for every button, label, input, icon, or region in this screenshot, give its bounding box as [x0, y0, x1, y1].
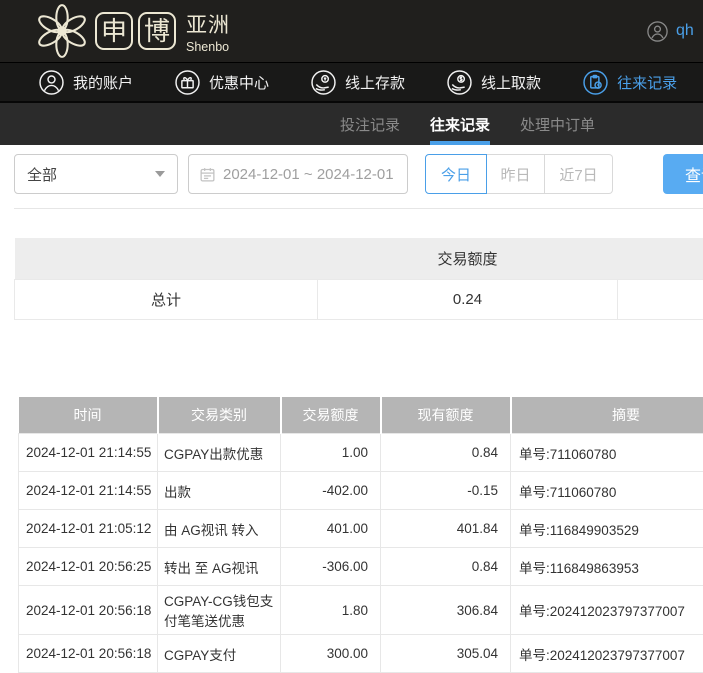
records-section: 时间 交易类别 交易额度 现有额度 摘要 2024-12-01 21:14:55…	[18, 397, 703, 673]
col-header-amount: 交易额度	[281, 397, 381, 434]
cell-type: CGPAY支付	[158, 635, 281, 673]
cell-balance: 306.84	[381, 586, 511, 635]
table-row: 2024-12-01 20:56:18 CGPAY支付 300.00 305.0…	[19, 635, 703, 673]
cell-amount: 1.80	[281, 586, 381, 635]
today-button[interactable]: 今日	[425, 154, 487, 194]
nav-item-promotions[interactable]: 优惠中心	[174, 69, 269, 96]
nav-item-deposit[interactable]: 线上存款	[310, 69, 405, 96]
cell-time: 2024-12-01 20:56:18	[19, 635, 158, 673]
last7days-button[interactable]: 近7日	[545, 154, 613, 194]
records-table-header: 时间 交易类别 交易额度 现有额度 摘要	[19, 397, 703, 434]
summary-total-label: 总计	[15, 279, 318, 319]
cell-balance: 0.84	[381, 548, 511, 586]
deposit-icon	[310, 69, 337, 96]
quick-date-buttons: 今日 昨日 近7日	[425, 154, 613, 194]
nav-label: 线上存款	[345, 72, 405, 93]
date-range-value: 2024-12-01 ~ 2024-12-01	[223, 166, 394, 183]
cell-time: 2024-12-01 21:14:55	[19, 472, 158, 510]
chevron-down-icon	[155, 171, 165, 177]
nav-label: 优惠中心	[209, 72, 269, 93]
cell-balance: -0.15	[381, 472, 511, 510]
summary-total-row: 总计 0.24	[15, 279, 703, 319]
section-divider	[14, 208, 703, 209]
cell-note: 单号:116849863953	[511, 548, 703, 586]
logo-region: 亚洲 Shenbo	[186, 9, 230, 54]
logo-region-cn: 亚洲	[186, 9, 230, 39]
date-range-input[interactable]: 2024-12-01 ~ 2024-12-01	[188, 154, 408, 194]
search-button[interactable]: 查询	[663, 154, 703, 194]
cell-balance: 401.84	[381, 510, 511, 548]
records-table-body: 2024-12-01 21:14:55 CGPAY出款优惠 1.00 0.84 …	[19, 434, 703, 673]
cell-amount: 1.00	[281, 434, 381, 472]
cell-type: 转出 至 AG视讯	[158, 548, 281, 586]
summary-empty-cell	[618, 279, 703, 319]
cell-note: 单号:202412023797377007	[511, 586, 703, 635]
username-text: qh	[676, 22, 694, 40]
filter-bar: 全部 2024-12-01 ~ 2024-12-01 今日 昨日 近7日 查询	[14, 154, 703, 194]
type-select-value: 全部	[27, 164, 57, 185]
table-row: 2024-12-01 21:14:55 CGPAY出款优惠 1.00 0.84 …	[19, 434, 703, 472]
brand-header: 申 博 亚洲 Shenbo qh	[0, 0, 703, 62]
col-header-balance: 现有额度	[381, 397, 511, 434]
logo-char-shen: 申	[95, 12, 133, 50]
table-row: 2024-12-01 21:05:12 由 AG视讯 转入 401.00 401…	[19, 510, 703, 548]
cell-type: 出款	[158, 472, 281, 510]
nav-label: 线上取款	[481, 72, 541, 93]
cell-time: 2024-12-01 20:56:18	[19, 586, 158, 635]
cell-amount: -402.00	[281, 472, 381, 510]
cell-amount: 401.00	[281, 510, 381, 548]
table-row: 2024-12-01 20:56:18 CGPAY-CG钱包支付笔笔送优惠 1.…	[19, 586, 703, 635]
cell-balance: 305.04	[381, 635, 511, 673]
cell-note: 单号:202412023797377007	[511, 635, 703, 673]
col-header-note: 摘要	[511, 397, 703, 434]
account-icon	[38, 69, 65, 96]
logo-char-bo: 博	[138, 12, 176, 50]
nav-item-my-account[interactable]: 我的账户	[38, 69, 133, 96]
flower-logo-icon	[33, 2, 91, 60]
avatar-icon	[646, 20, 669, 43]
summary-table: 交易额度 总计 0.24	[14, 238, 703, 320]
cell-note: 单号:116849903529	[511, 510, 703, 548]
summary-header-empty	[618, 238, 703, 279]
main-nav: 我的账户 优惠中心 线上存款 线上取款	[0, 62, 703, 103]
withdraw-icon	[446, 69, 473, 96]
tab-transaction-records[interactable]: 往来记录	[430, 103, 490, 145]
cell-type: CGPAY出款优惠	[158, 434, 281, 472]
cell-type: CGPAY-CG钱包支付笔笔送优惠	[158, 586, 281, 635]
cell-amount: -306.00	[281, 548, 381, 586]
user-account-area[interactable]: qh	[646, 0, 694, 62]
col-header-type: 交易类别	[158, 397, 281, 434]
tab-pending-orders[interactable]: 处理中订单	[520, 103, 595, 145]
cell-note: 单号:711060780	[511, 434, 703, 472]
cell-note: 单号:711060780	[511, 472, 703, 510]
summary-header-amount: 交易额度	[318, 238, 618, 279]
logo-region-en: Shenbo	[186, 40, 230, 54]
nav-label: 我的账户	[73, 72, 133, 93]
cell-amount: 300.00	[281, 635, 381, 673]
type-select[interactable]: 全部	[14, 154, 178, 194]
summary-header-row: 交易额度	[15, 238, 703, 279]
table-row: 2024-12-01 20:56:25 转出 至 AG视讯 -306.00 0.…	[19, 548, 703, 586]
cell-time: 2024-12-01 21:05:12	[19, 510, 158, 548]
cell-time: 2024-12-01 21:14:55	[19, 434, 158, 472]
calendar-icon	[199, 166, 216, 183]
table-row: 2024-12-01 21:14:55 出款 -402.00 -0.15 单号:…	[19, 472, 703, 510]
cell-type: 由 AG视讯 转入	[158, 510, 281, 548]
cell-time: 2024-12-01 20:56:25	[19, 548, 158, 586]
nav-item-withdraw[interactable]: 线上取款	[446, 69, 541, 96]
tab-betting-records[interactable]: 投注记录	[340, 103, 400, 145]
summary-header-empty	[15, 238, 318, 279]
cell-balance: 0.84	[381, 434, 511, 472]
promo-icon	[174, 69, 201, 96]
records-icon	[582, 69, 609, 96]
summary-total-value: 0.24	[318, 279, 618, 319]
col-header-time: 时间	[19, 397, 158, 434]
records-table: 时间 交易类别 交易额度 现有额度 摘要 2024-12-01 21:14:55…	[18, 397, 703, 673]
records-tab-bar: 投注记录 往来记录 处理中订单	[0, 103, 703, 145]
nav-item-records[interactable]: 往来记录	[582, 69, 677, 96]
nav-label: 往来记录	[617, 72, 677, 93]
yesterday-button[interactable]: 昨日	[487, 154, 545, 194]
brand-logo[interactable]: 申 博 亚洲 Shenbo	[95, 9, 230, 54]
